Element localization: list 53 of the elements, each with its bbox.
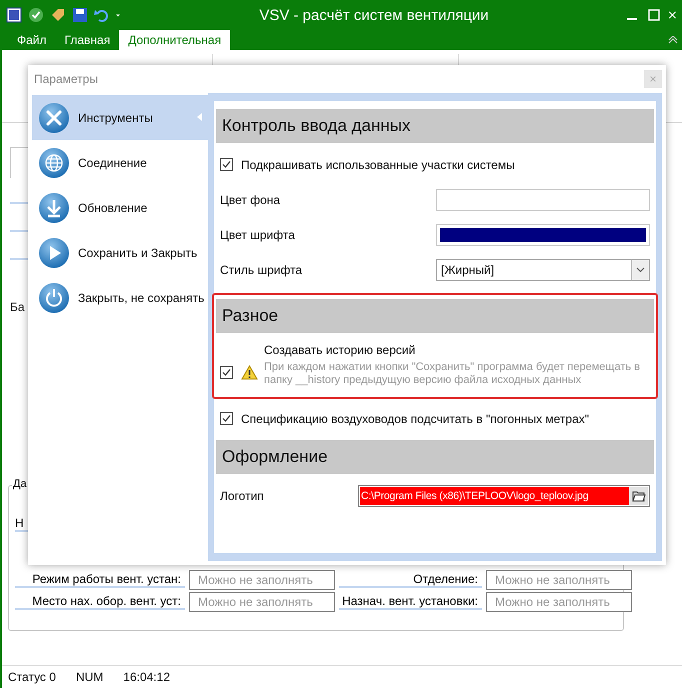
collapse-icon[interactable] <box>668 36 678 44</box>
text-field[interactable]: Можно не заполнять <box>486 592 632 612</box>
checkbox-label: Создавать историю версий <box>264 343 416 357</box>
maximize-icon[interactable] <box>646 7 662 23</box>
section-header: Оформление <box>216 440 654 474</box>
form-label: Режим работы вент. устан: <box>15 572 185 588</box>
section-header: Разное <box>216 299 654 333</box>
play-icon <box>38 236 70 268</box>
checkbox[interactable] <box>220 158 233 171</box>
field-label: Стиль шрифта <box>220 262 302 276</box>
checkbox-label: Спецификацию воздуховодов подсчитать в "погонных метрах" <box>241 412 590 426</box>
app-icon[interactable] <box>6 7 22 23</box>
group-title: Да <box>12 478 28 490</box>
warning-icon <box>241 364 258 380</box>
nav-item[interactable]: Соединение <box>32 140 208 185</box>
chevron-down-icon <box>636 266 645 272</box>
status-text: NUM <box>76 670 104 684</box>
form-label: Место нах. обор. вент. уст: <box>15 594 185 610</box>
save-icon[interactable] <box>72 7 88 23</box>
field-label: Цвет шрифта <box>220 228 295 242</box>
form-label: Отделение: <box>339 572 482 588</box>
color-field[interactable] <box>436 224 650 246</box>
status-text: 16:04:12 <box>123 670 170 684</box>
field-label: Логотип <box>220 488 264 502</box>
window-title: VSV - расчёт систем вентиляции <box>258 6 490 24</box>
text-field[interactable]: Можно не заполнять <box>189 592 335 612</box>
globe-icon <box>38 146 70 178</box>
status-text: Статус 0 <box>8 670 56 684</box>
nav-item[interactable]: Закрыть, не сохранять <box>32 275 208 320</box>
ribbon-tab[interactable]: Главная <box>56 30 120 50</box>
nav-item[interactable]: Сохранить и Закрыть <box>32 230 208 275</box>
tools-icon <box>38 102 70 134</box>
checkbox[interactable] <box>220 412 233 425</box>
text-field[interactable]: Можно не заполнять <box>486 570 632 590</box>
text-field[interactable]: Можно не заполнять <box>189 570 335 590</box>
ribbon-tab[interactable]: Дополнительная <box>119 30 230 50</box>
caret-icon <box>197 113 202 121</box>
section-header: Контроль ввода данных <box>216 109 654 143</box>
tag-icon[interactable] <box>50 7 66 23</box>
nav-item[interactable]: Инструменты <box>32 95 208 140</box>
nav-item[interactable]: Обновление <box>32 185 208 230</box>
dialog-title: Параметры <box>34 72 99 86</box>
ribbon-tab[interactable]: Файл <box>8 30 56 50</box>
color-field[interactable] <box>436 188 650 210</box>
checkbox[interactable] <box>220 366 233 378</box>
font-style-dropdown[interactable]: [Жирный] <box>436 258 650 280</box>
field-label: Цвет фона <box>220 192 280 206</box>
description-text: При каждом нажатии кнопки "Сохранить" программа будет перемещать в папку __history предыдущую версию файла исходных данных <box>264 361 642 387</box>
checkbox-label: Подкрашивать использованные участки системы <box>241 158 515 172</box>
power-icon <box>38 282 70 314</box>
download-icon <box>38 192 70 224</box>
form-label: Назнач. вент. установки: <box>339 594 482 610</box>
check-icon[interactable] <box>28 7 44 23</box>
